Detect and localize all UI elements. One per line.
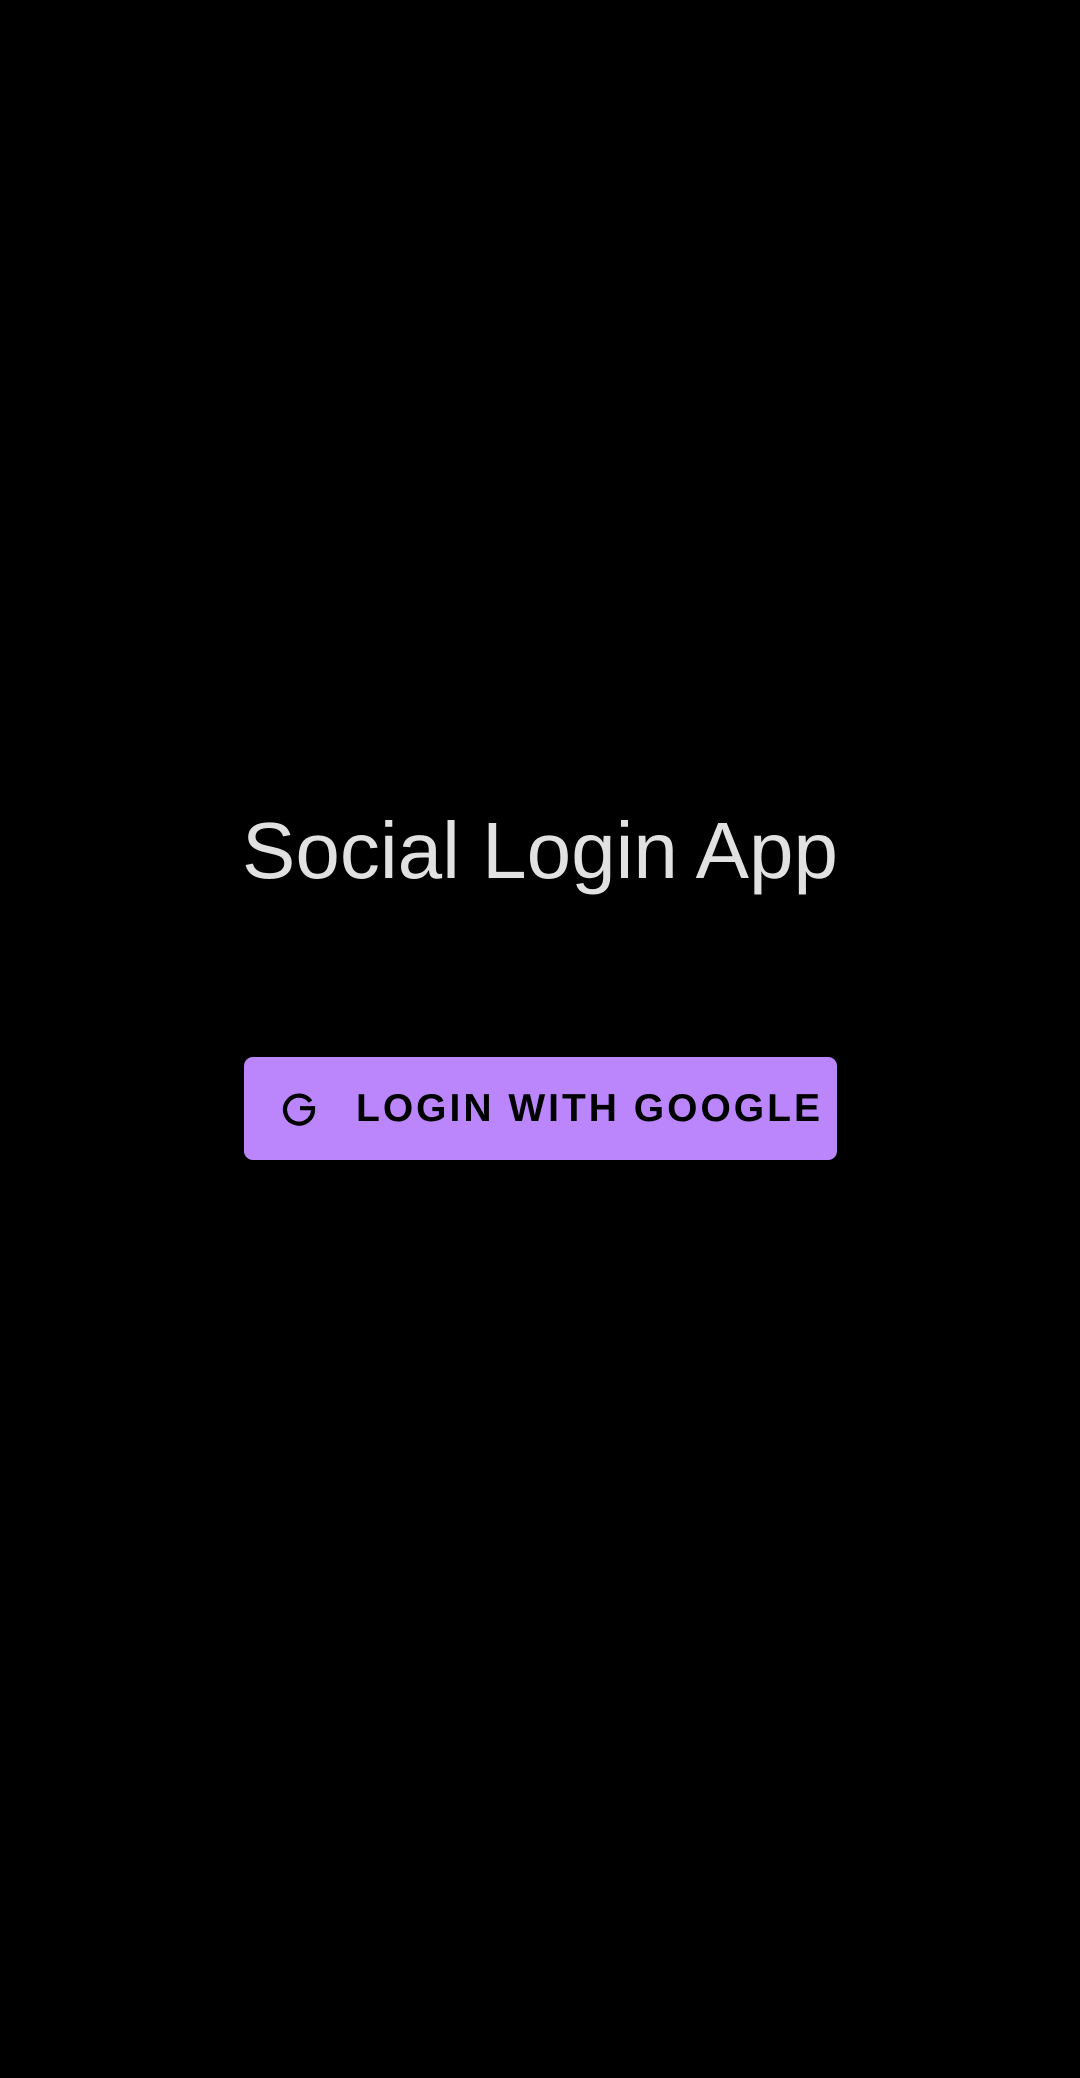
- google-g-icon: [277, 1087, 321, 1131]
- login-button-label: LOGIN WITH GOOGLE: [356, 1086, 823, 1130]
- app-title: Social Login App: [241, 806, 838, 895]
- login-screen: Social Login App LOGIN WITH GOOGLE: [0, 0, 1080, 2078]
- login-with-google-button[interactable]: LOGIN WITH GOOGLE: [244, 1057, 837, 1160]
